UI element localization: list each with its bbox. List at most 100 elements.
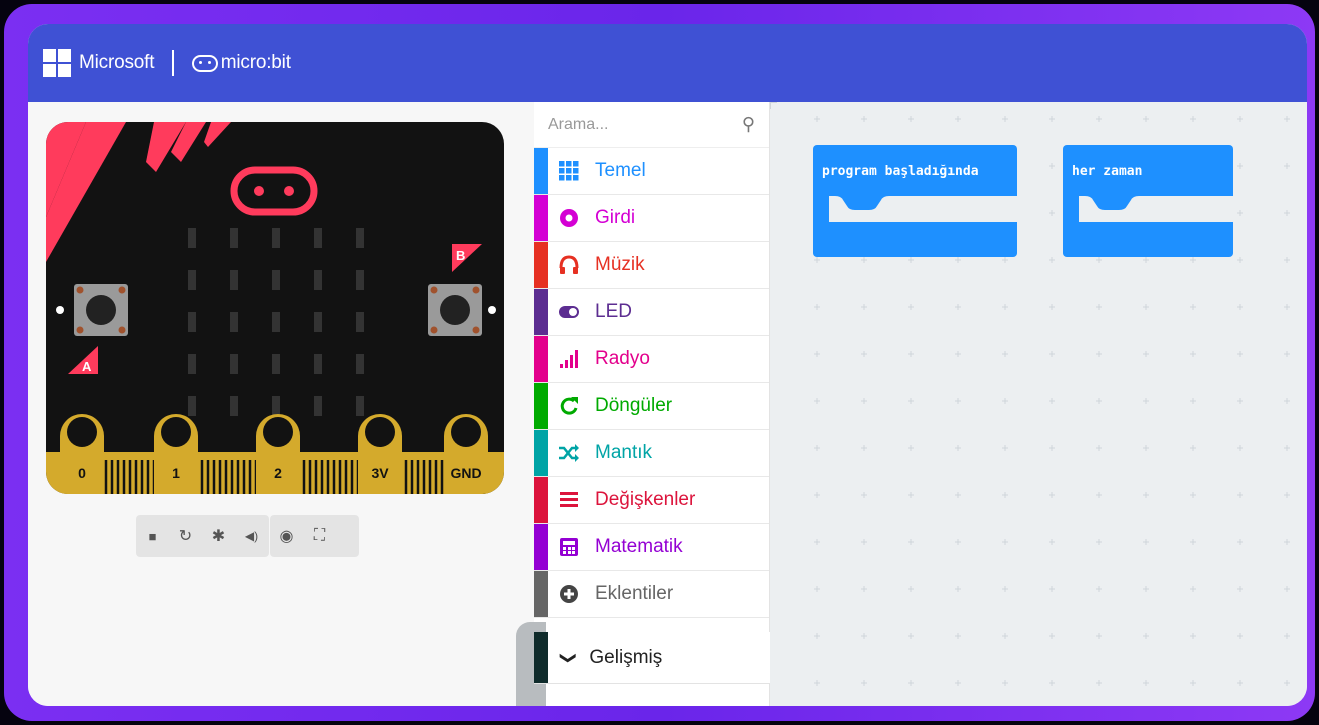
category-mantik[interactable]: Mantık (534, 430, 769, 477)
screenshot-icon[interactable]: ◉ (270, 515, 303, 557)
led-pixel (272, 312, 280, 332)
category-label: Girdi (595, 207, 636, 228)
pin-label: 0 (78, 465, 86, 481)
pin-3v[interactable]: 3V (358, 414, 402, 494)
chevron-down-icon: ❯ (559, 650, 577, 665)
pin-label: 1 (172, 465, 180, 481)
led-pixel (230, 396, 238, 416)
simulator-controls: ■ ↻ ✱ ◀) ◉ ⛶ (136, 515, 359, 557)
category-led[interactable]: LED (534, 289, 769, 336)
target-icon (558, 207, 580, 229)
signal-icon (558, 348, 580, 370)
button-b-label: B (456, 248, 465, 263)
makecode-window: Microsoft micro:bit A B 0 1 2 3V GND ■ ↻… (28, 24, 1307, 706)
led-pixel (230, 312, 238, 332)
microbit-face-icon (191, 54, 218, 72)
led-pixel (188, 396, 196, 416)
block-slot (1079, 196, 1233, 222)
led-pixel (356, 228, 364, 248)
led-pixel (356, 354, 364, 374)
category-donguler[interactable]: Döngüler (534, 383, 769, 430)
button-a[interactable] (56, 284, 128, 336)
mute-icon[interactable]: ◀) (235, 515, 268, 557)
pin-2[interactable]: 2 (256, 414, 300, 494)
category-radyo[interactable]: Radyo (534, 336, 769, 383)
led-pixel (230, 354, 238, 374)
forever-block-label: her zaman (1072, 164, 1143, 179)
led-pixel (230, 228, 238, 248)
led-pixel (272, 396, 280, 416)
led-pixel (188, 270, 196, 290)
led-pixel (272, 354, 280, 374)
microsoft-label[interactable]: Microsoft (79, 52, 154, 74)
category-label: Müzik (595, 254, 645, 275)
toggle-icon (558, 301, 580, 323)
button-b[interactable] (428, 284, 496, 336)
header-divider (172, 50, 174, 76)
led-pixel (188, 354, 196, 374)
on-start-block[interactable]: program başladığında (813, 145, 1017, 257)
grid-icon (558, 160, 580, 182)
led-pixel (314, 312, 322, 332)
led-pixel (356, 270, 364, 290)
category-label: Döngüler (595, 395, 673, 416)
corner-stripe (204, 122, 231, 147)
category-label: Matematik (595, 536, 683, 557)
category-label: Değişkenler (595, 489, 696, 510)
category-list: Temel Girdi Müzik LED Radyo Döngüler Man… (534, 148, 769, 618)
led-pixel (356, 312, 364, 332)
category-eklentiler[interactable]: Eklentiler (534, 571, 769, 618)
block-slot (829, 196, 1017, 222)
blocks-workspace[interactable]: program başladığında her zaman (770, 102, 1307, 706)
pin-label: 2 (274, 465, 282, 481)
category-label: LED (595, 301, 632, 322)
category-temel[interactable]: Temel (534, 148, 769, 195)
fullscreen-icon[interactable]: ⛶ (303, 515, 336, 557)
led-matrix (188, 228, 364, 416)
pin-gnd[interactable]: GND (444, 414, 488, 494)
search-icon[interactable]: ⚲ (742, 114, 755, 135)
plus-circle-icon (558, 583, 580, 605)
microsoft-logo-icon[interactable] (43, 49, 71, 77)
simulator-panel: A B 0 1 2 3V GND ■ ↻ ✱ ◀) ◉ ⛶ (28, 102, 534, 706)
button-a-label: A (82, 359, 92, 374)
microbit-label: micro:bit (220, 52, 291, 73)
led-pixel (356, 396, 364, 416)
on-start-block-label: program başladığında (822, 164, 979, 179)
led-pixel (188, 228, 196, 248)
shuffle-icon (558, 442, 580, 464)
category-label: Temel (595, 160, 646, 181)
toolbox-search[interactable]: Arama... ⚲ (534, 102, 769, 148)
loop-icon (558, 395, 580, 417)
category-degiskenler[interactable]: Değişkenler (534, 477, 769, 524)
led-pixel (272, 270, 280, 290)
top-header: Microsoft micro:bit (28, 24, 1307, 102)
stop-icon[interactable]: ■ (136, 515, 169, 557)
category-label: Radyo (595, 348, 650, 369)
calculator-icon (558, 536, 580, 558)
led-pixel (314, 228, 322, 248)
pin-label: 3V (371, 465, 389, 481)
toolbox: Arama... ⚲ Temel Girdi Müzik LED Radyo D… (516, 102, 770, 706)
category-matematik[interactable]: Matematik (534, 524, 769, 571)
microbit-board-logo-icon[interactable] (230, 166, 318, 216)
category-label: Eklentiler (595, 583, 674, 604)
led-pixel (272, 228, 280, 248)
restart-icon[interactable]: ↻ (169, 515, 202, 557)
microbit-logo[interactable]: micro:bit (191, 52, 291, 74)
category-advanced-label: Gelişmiş (589, 646, 663, 668)
pin-0[interactable]: 0 (60, 414, 104, 494)
category-muzik[interactable]: Müzik (534, 242, 769, 289)
led-pixel (314, 396, 322, 416)
forever-block[interactable]: her zaman (1063, 145, 1233, 257)
pin-label: GND (450, 465, 481, 481)
category-advanced[interactable]: ❯ Gelişmiş (534, 632, 770, 684)
led-pixel (314, 270, 322, 290)
category-girdi[interactable]: Girdi (534, 195, 769, 242)
category-label: Mantık (595, 442, 653, 463)
microbit-board[interactable]: A B 0 1 2 3V GND (46, 122, 504, 494)
led-pixel (314, 354, 322, 374)
search-input[interactable]: Arama... (548, 116, 608, 134)
debug-icon[interactable]: ✱ (202, 515, 235, 557)
pin-1[interactable]: 1 (154, 414, 198, 494)
